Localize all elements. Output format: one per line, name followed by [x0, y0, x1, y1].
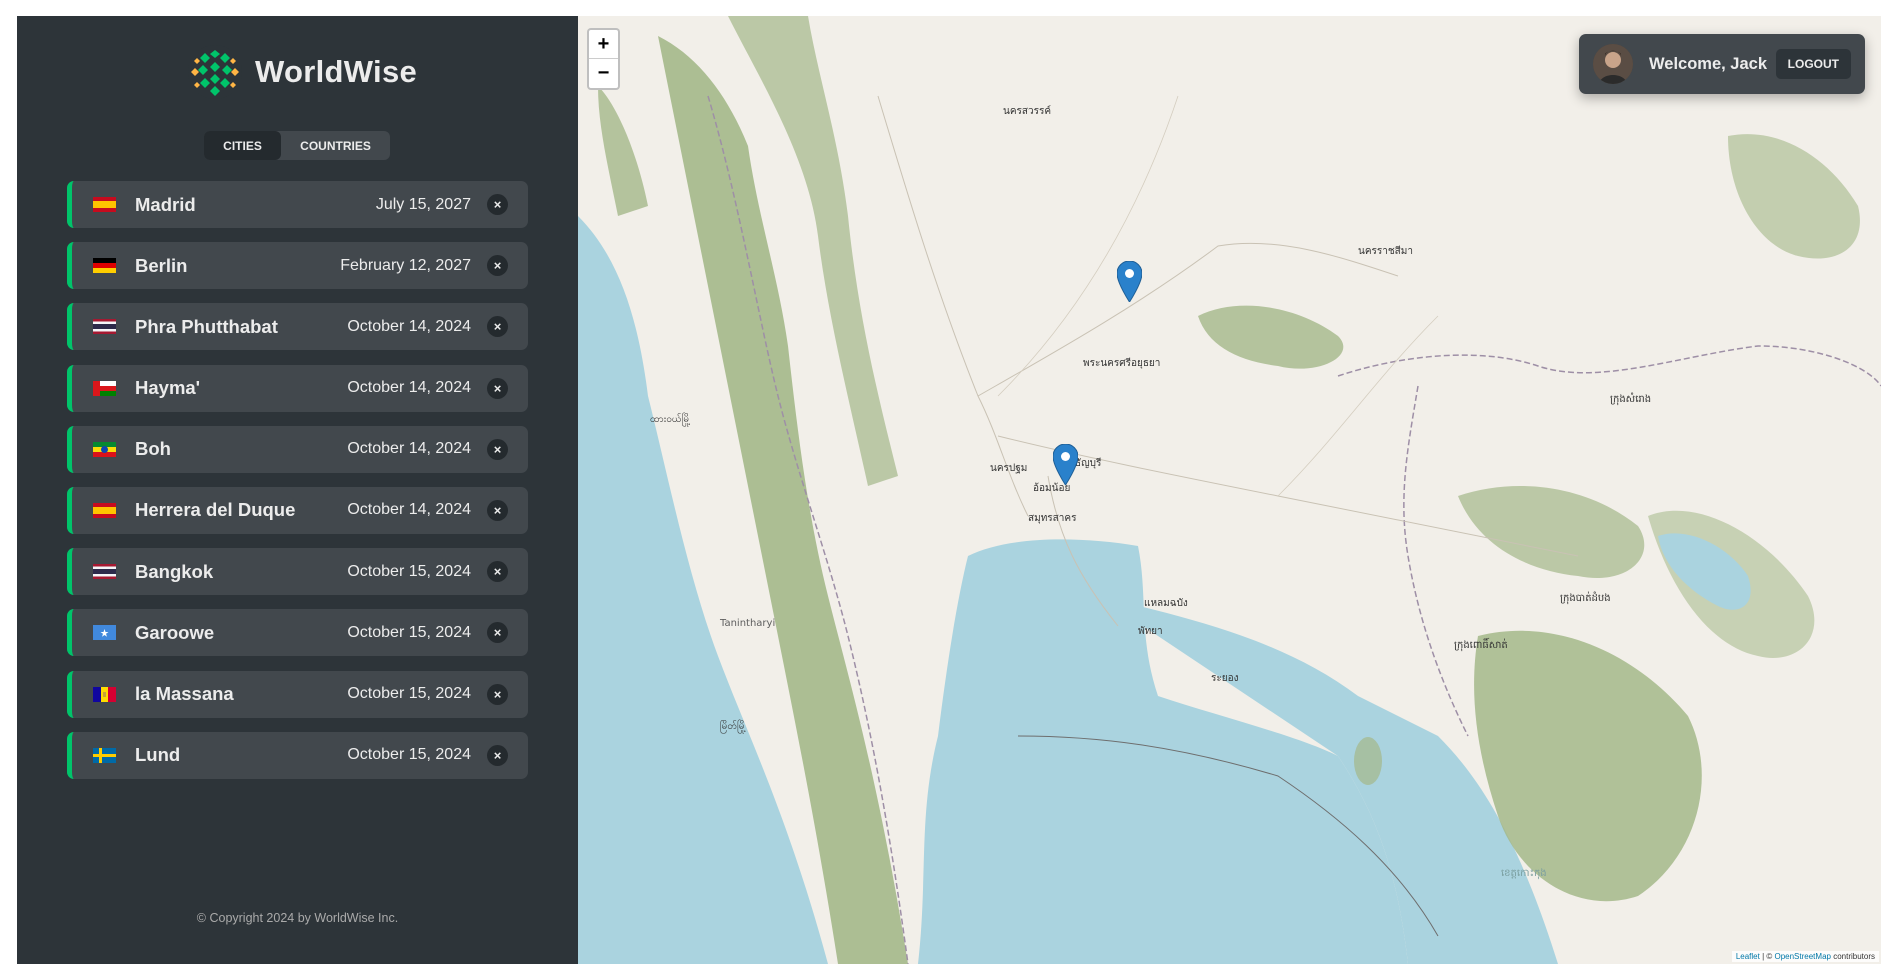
map-label: ထားဝယ်မြို့ — [650, 414, 691, 425]
city-name: Herrera del Duque — [135, 499, 296, 521]
city-item[interactable]: Herrera del Duque October 14, 2024 × — [67, 486, 528, 534]
map-label: Tanintharyi — [720, 618, 776, 629]
map-label: แหลมฉบัง — [1144, 598, 1188, 609]
map-tiles — [578, 16, 1881, 964]
map-label: พัทยา — [1138, 626, 1163, 637]
welcome-text: Welcome, Jack — [1649, 54, 1768, 73]
delete-city-button[interactable]: × — [487, 316, 508, 338]
flag-somalia-icon — [93, 625, 116, 641]
city-item[interactable]: Lund October 15, 2024 × — [67, 731, 528, 779]
city-item[interactable]: Hayma' October 14, 2024 × — [67, 364, 528, 412]
user-panel: Welcome, Jack LOGOUT — [1579, 34, 1865, 94]
copyright: © Copyright 2024 by WorldWise Inc. — [196, 911, 399, 925]
city-item[interactable]: Garoowe October 15, 2024 × — [67, 609, 528, 657]
city-date: October 14, 2024 — [347, 440, 471, 458]
delete-city-button[interactable]: × — [487, 255, 508, 277]
logo[interactable]: WorldWise — [187, 44, 417, 100]
sidebar: WorldWise CITIES COUNTRIES Madrid July 1… — [17, 16, 578, 964]
map-label: မြိတ်မြို့ — [720, 721, 747, 732]
map-marker-bangkok[interactable] — [1053, 444, 1078, 485]
flag-andorra-icon — [93, 686, 116, 702]
city-item[interactable]: la Massana October 15, 2024 × — [67, 670, 528, 718]
city-item[interactable]: Phra Phutthabat October 14, 2024 × — [67, 303, 528, 351]
city-name: Phra Phutthabat — [135, 315, 278, 337]
city-date: July 15, 2027 — [375, 195, 471, 213]
city-name: Lund — [135, 744, 181, 766]
view-tabs: CITIES COUNTRIES — [204, 131, 390, 160]
osm-link[interactable]: OpenStreetMap — [1774, 952, 1830, 961]
city-list: Madrid July 15, 2027 × Berlin February 1… — [67, 181, 528, 793]
zoom-in-button[interactable]: + — [589, 30, 618, 59]
delete-city-button[interactable]: × — [487, 683, 508, 705]
map-label: สมุทรสาคร — [1028, 513, 1077, 524]
city-date: October 15, 2024 — [347, 685, 471, 702]
zoom-out-button[interactable]: − — [589, 59, 618, 88]
app-name: WorldWise — [255, 54, 418, 89]
flag-thailand-icon — [93, 319, 116, 335]
map-label: ธัญบุรี — [1075, 458, 1102, 469]
tab-countries[interactable]: COUNTRIES — [281, 131, 390, 160]
city-name: Berlin — [135, 254, 188, 276]
city-date: February 12, 2027 — [340, 256, 471, 274]
map-label: ខេត្តកោះកុង — [1501, 868, 1547, 879]
delete-city-button[interactable]: × — [487, 744, 508, 766]
city-name: Garoowe — [135, 621, 215, 643]
delete-city-button[interactable]: × — [487, 499, 508, 521]
leaflet-link[interactable]: Leaflet — [1736, 952, 1760, 961]
city-date: October 14, 2024 — [347, 317, 471, 335]
city-date: October 14, 2024 — [347, 379, 471, 397]
city-date: October 14, 2024 — [347, 501, 471, 519]
city-name: Madrid — [135, 193, 196, 215]
city-name: Bangkok — [135, 560, 214, 582]
delete-city-button[interactable]: × — [487, 377, 508, 399]
city-date: October 15, 2024 — [347, 623, 471, 641]
city-item[interactable]: Boh October 14, 2024 × — [67, 425, 528, 473]
map[interactable]: นครสวรรค์ นครราชสีมา พระนครศรีอยุธยา ธัญ… — [578, 16, 1881, 964]
flag-ethiopia-icon — [93, 441, 116, 457]
attribution-contributors: contributors — [1830, 952, 1875, 961]
city-item[interactable]: Bangkok October 15, 2024 × — [67, 548, 528, 596]
flag-spain-icon — [93, 197, 116, 212]
map-label: พระนครศรีอยุธยา — [1083, 358, 1161, 369]
city-date: October 15, 2024 — [347, 746, 471, 764]
logo-icon — [188, 45, 242, 99]
delete-city-button[interactable]: × — [487, 561, 508, 583]
city-item[interactable]: Berlin February 12, 2027 × — [67, 242, 528, 290]
avatar — [1593, 44, 1633, 84]
zoom-control: + − — [587, 28, 620, 90]
city-name: la Massana — [135, 683, 234, 704]
tab-cities[interactable]: CITIES — [204, 131, 281, 160]
map-label: นครปฐม — [990, 463, 1028, 474]
delete-city-button[interactable]: × — [487, 194, 508, 215]
app: WorldWise CITIES COUNTRIES Madrid July 1… — [17, 16, 1881, 964]
map-label: นครราชสีมา — [1358, 246, 1413, 257]
city-date: October 15, 2024 — [347, 562, 471, 580]
flag-germany-icon — [93, 258, 116, 274]
city-name: Boh — [135, 438, 171, 460]
flag-sweden-icon — [93, 747, 116, 763]
delete-city-button[interactable]: × — [487, 622, 508, 644]
logout-button[interactable]: LOGOUT — [1775, 49, 1851, 79]
map-label: ក្រុងពោធិ៍សាត់ — [1454, 640, 1508, 651]
map-label: ក្រុងសំរោង — [1610, 394, 1652, 405]
flag-spain-icon — [93, 502, 116, 518]
map-label: ระยอง — [1211, 673, 1239, 684]
attribution-separator: | © — [1759, 952, 1775, 961]
map-attribution: Leaflet | © OpenStreetMap contributors — [1731, 951, 1879, 962]
map-label: นครสวรรค์ — [1003, 106, 1052, 117]
map-label: ក្រុងបាត់ដំបង — [1560, 593, 1611, 604]
city-name: Hayma' — [135, 377, 201, 399]
delete-city-button[interactable]: × — [487, 438, 508, 460]
map-marker-phra-phutthabat[interactable] — [1117, 261, 1142, 302]
flag-thailand-icon — [93, 564, 116, 580]
flag-oman-icon — [93, 380, 116, 396]
city-item[interactable]: Madrid July 15, 2027 × — [67, 181, 528, 228]
